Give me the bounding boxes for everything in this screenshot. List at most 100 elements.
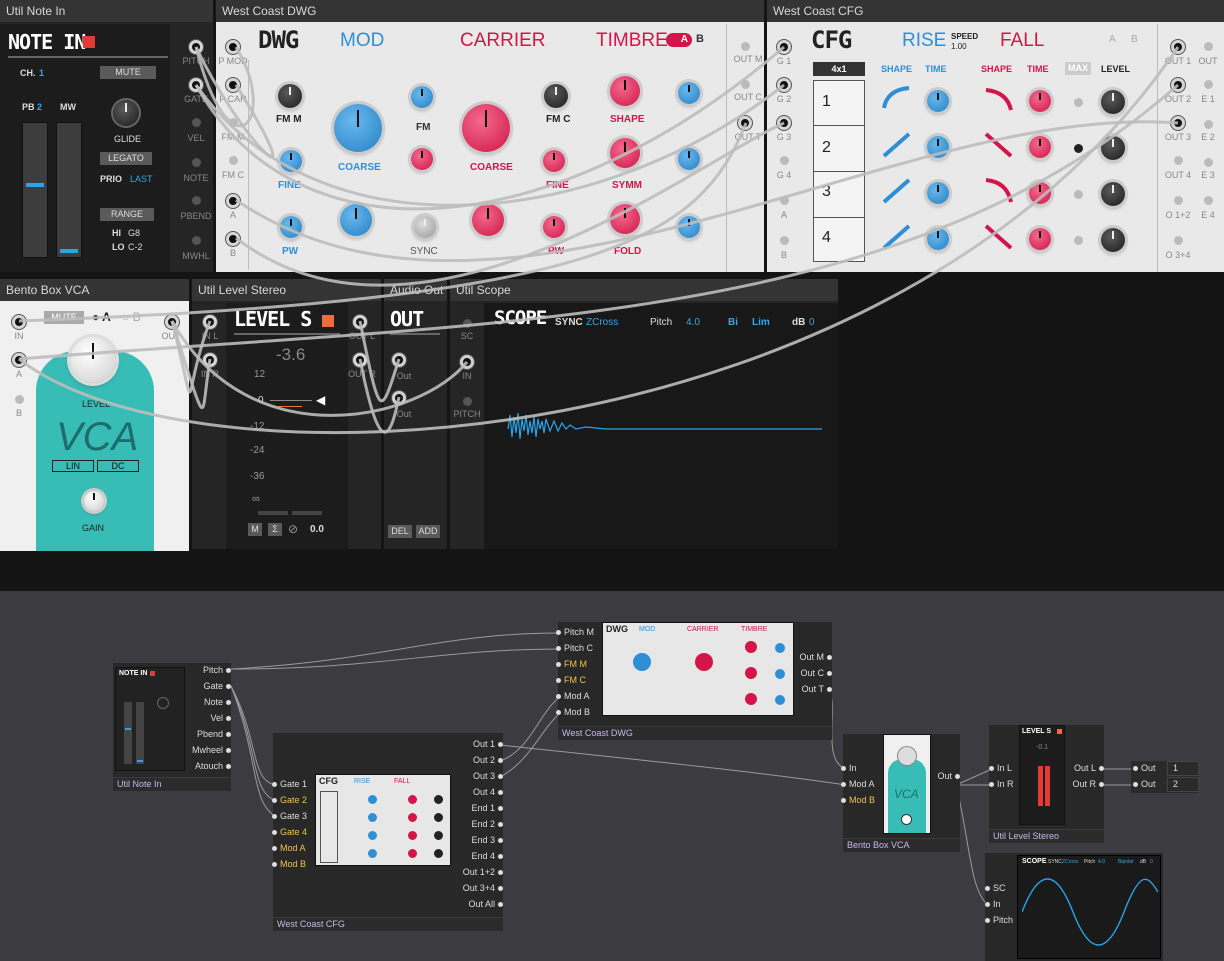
mute-button[interactable]: MUTE	[44, 311, 84, 324]
fall-time-knob-2[interactable]	[1029, 136, 1051, 158]
pin-fm-m[interactable]: FM M	[556, 659, 587, 669]
b-in-port[interactable]	[780, 236, 789, 245]
graph-node-cfg[interactable]: Gate 1 Gate 2 Gate 3 Gate 4 Mod A Mod B …	[271, 733, 504, 931]
pin-mod-a[interactable]: Mod A	[841, 779, 875, 789]
pin-out-all[interactable]: Out All	[468, 899, 503, 909]
gate-out-port[interactable]	[189, 78, 203, 92]
out3-port[interactable]	[1171, 116, 1185, 130]
pin-in[interactable]: In	[841, 763, 857, 773]
fm-red-knob[interactable]	[411, 148, 433, 170]
pin-mod-a[interactable]: Mod A	[272, 843, 306, 853]
ab-toggle-a[interactable]: ● A	[92, 310, 111, 324]
phase-icon[interactable]: ⊘	[288, 522, 298, 536]
level-knob-1[interactable]	[1101, 90, 1125, 114]
level-knob-2[interactable]	[1101, 136, 1125, 160]
ab-toggle-a[interactable]: A	[1109, 34, 1116, 45]
add-button[interactable]: ADD	[416, 525, 440, 538]
gain-knob[interactable]	[84, 491, 104, 511]
pin-in-l[interactable]: In L	[988, 763, 1012, 773]
timbre-knob-2[interactable]	[678, 148, 700, 170]
a-in-port[interactable]	[780, 196, 789, 205]
vel-out-port[interactable]	[192, 118, 201, 127]
pin-gate[interactable]: Gate	[203, 681, 231, 691]
pin-pitch[interactable]: Pitch	[984, 915, 1013, 925]
graph-node-scope[interactable]: SC In Pitch SCOPE SYNC ZCross Pitch 4.0 …	[984, 853, 1163, 961]
mute-button[interactable]: MUTE	[100, 66, 156, 79]
graph-node-dwg[interactable]: Pitch M Pitch C FM M FM C Mod A Mod B DW…	[555, 622, 833, 740]
glide-knob[interactable]	[113, 100, 139, 126]
limit-toggle[interactable]: Lim	[752, 317, 770, 328]
pin-out-r[interactable]: Out R	[1072, 779, 1104, 789]
g1-in-port[interactable]	[777, 40, 791, 54]
graph-node-audio-out[interactable]: Out Out 1 2	[1131, 761, 1199, 793]
pin-out-1-2[interactable]: Out 1+2	[463, 867, 504, 877]
pin-mod-b[interactable]: Mod B	[555, 707, 590, 717]
mod-coarse-knob[interactable]	[334, 104, 382, 152]
graph-node-note-in[interactable]: NOTE IN Pitch Gate Note Vel Pbend Mwheel…	[113, 663, 232, 791]
pin-end-2[interactable]: End 2	[471, 819, 503, 829]
rise-shape-curves[interactable]	[879, 84, 929, 254]
db-value[interactable]: 0	[809, 317, 815, 328]
prio-value[interactable]: LAST	[130, 174, 153, 184]
fm-amount-knob[interactable]	[411, 86, 433, 108]
channel-selector[interactable]: 1 2 3 4	[813, 80, 865, 262]
a-port[interactable]	[12, 353, 26, 367]
pin-end-1[interactable]: End 1	[471, 803, 503, 813]
pin-atouch[interactable]: Atouch	[195, 761, 232, 771]
g2-in-port[interactable]	[777, 78, 791, 92]
in-port[interactable]	[460, 355, 474, 369]
dc-button[interactable]: DC	[97, 460, 139, 472]
pin-pitch-m[interactable]: Pitch M	[555, 627, 594, 637]
mod-fine-knob[interactable]	[280, 150, 302, 172]
pitch-port[interactable]	[463, 397, 472, 406]
max-led-2[interactable]	[1074, 144, 1083, 153]
pb-value[interactable]: 2	[37, 102, 42, 112]
pitch-value[interactable]: 4.0	[686, 317, 700, 328]
pin-mod-a[interactable]: Mod A	[556, 691, 590, 701]
level-knob-3[interactable]	[1101, 182, 1125, 206]
a-in-port[interactable]	[226, 194, 240, 208]
rise-time-knob-1[interactable]	[927, 90, 949, 112]
carrier-coarse-knob[interactable]	[462, 104, 510, 152]
fall-time-knob-1[interactable]	[1029, 90, 1051, 112]
outt-port[interactable]	[738, 116, 752, 130]
max-led-3[interactable]	[1074, 190, 1083, 199]
pin-out-2[interactable]: Out 2	[473, 755, 504, 765]
mono-button[interactable]: M	[248, 523, 262, 536]
pin-sc[interactable]: SC	[985, 883, 1006, 893]
e1-port[interactable]	[1204, 80, 1213, 89]
outc-port[interactable]	[741, 80, 750, 89]
pin-out-3[interactable]: Out 3	[473, 771, 504, 781]
pin-mod-b[interactable]: Mod B	[840, 795, 875, 805]
o12-port[interactable]	[1174, 196, 1183, 205]
carrier-level-knob[interactable]	[472, 204, 504, 236]
pin-out[interactable]: Out	[937, 771, 960, 781]
pitch-out-port[interactable]	[189, 40, 203, 54]
pin-out-1[interactable]: Out 1	[473, 739, 504, 749]
out-port[interactable]	[165, 315, 179, 329]
g4-in-port[interactable]	[780, 156, 789, 165]
pb-slider[interactable]	[22, 122, 48, 258]
pcar-in-port[interactable]	[226, 78, 240, 92]
level-pointer-icon[interactable]: ◀	[316, 393, 325, 407]
out-all-port[interactable]	[1204, 42, 1213, 51]
max-led-1[interactable]	[1074, 98, 1083, 107]
timbre-knob-1[interactable]	[678, 82, 700, 104]
ab-toggle-b[interactable]: B	[696, 33, 704, 45]
pin-vel[interactable]: Vel	[210, 713, 231, 723]
mod-level-knob[interactable]	[340, 204, 372, 236]
pin-gate-3[interactable]: Gate 3	[271, 811, 307, 821]
b-in-port[interactable]	[226, 232, 240, 246]
timbre-knob-3[interactable]	[678, 216, 700, 238]
lin-button[interactable]: LIN	[52, 460, 94, 472]
hi-value[interactable]: G8	[128, 228, 140, 238]
fall-time-knob-3[interactable]	[1029, 182, 1051, 204]
sync-value[interactable]: ZCross	[586, 317, 618, 328]
ch-value[interactable]: 1	[39, 68, 44, 78]
sync-knob[interactable]	[414, 216, 436, 238]
b-port[interactable]	[15, 395, 24, 404]
sum-button[interactable]: Σ	[268, 523, 282, 536]
pin-end-4[interactable]: End 4	[471, 851, 503, 861]
rise-time-knob-3[interactable]	[927, 182, 949, 204]
o34-port[interactable]	[1174, 236, 1183, 245]
